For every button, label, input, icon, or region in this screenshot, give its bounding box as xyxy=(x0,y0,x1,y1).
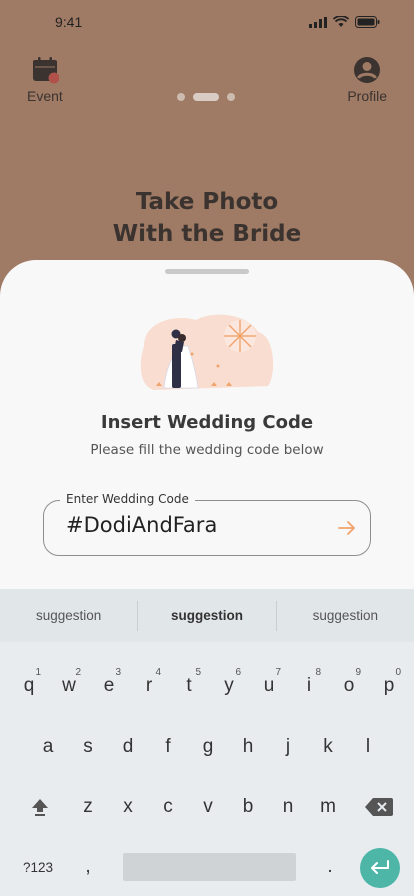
key-y[interactable]: y6 xyxy=(209,661,249,711)
shift-key[interactable] xyxy=(20,782,60,832)
key-row-1: q1 w2 e3 r4 t5 y6 u7 i8 o9 p0 xyxy=(0,661,414,711)
event-button[interactable]: Event xyxy=(27,56,63,104)
calendar-icon xyxy=(32,57,59,84)
space-bar[interactable] xyxy=(123,853,296,881)
key-s[interactable]: s xyxy=(68,722,108,772)
profile-label: Profile xyxy=(347,88,387,104)
status-icons xyxy=(309,16,380,28)
profile-icon xyxy=(354,57,381,83)
symbols-key[interactable]: ?123 xyxy=(18,842,58,892)
battery-icon xyxy=(355,16,380,28)
hero-title-line1: Take Photo xyxy=(135,189,279,215)
key-f[interactable]: f xyxy=(148,722,188,772)
hero-title: Take Photo With the Bride xyxy=(0,186,414,250)
key-e[interactable]: e3 xyxy=(89,661,129,711)
arrow-right-icon[interactable] xyxy=(336,517,358,539)
key-row-3: z x c v b n m xyxy=(0,782,414,832)
event-label: Event xyxy=(27,88,63,104)
key-t[interactable]: t5 xyxy=(169,661,209,711)
key-row-2: a s d f g h j k l xyxy=(0,722,414,772)
hero-title-line2: With the Bride xyxy=(112,221,302,247)
key-u[interactable]: u7 xyxy=(249,661,289,711)
key-j[interactable]: j xyxy=(268,722,308,772)
suggestion-left[interactable]: suggestion xyxy=(0,608,137,623)
page-indicator xyxy=(177,93,235,101)
page-dot xyxy=(177,93,185,101)
status-time: 9:41 xyxy=(55,14,83,30)
profile-button[interactable]: Profile xyxy=(347,56,387,104)
period-key[interactable]: . xyxy=(310,842,350,892)
wedding-code-input[interactable] xyxy=(66,513,326,537)
bottom-sheet: Insert Wedding Code Please fill the wedd… xyxy=(0,260,414,600)
key-o[interactable]: o9 xyxy=(329,661,369,711)
key-g[interactable]: g xyxy=(188,722,228,772)
suggestion-right[interactable]: suggestion xyxy=(277,608,414,623)
field-label: Enter Wedding Code xyxy=(60,492,195,506)
wedding-couple-illustration xyxy=(140,314,274,390)
key-a[interactable]: a xyxy=(28,722,68,772)
enter-key[interactable] xyxy=(360,848,400,888)
key-p[interactable]: p0 xyxy=(369,661,409,711)
status-bar: 9:41 xyxy=(0,14,414,34)
sheet-handle[interactable] xyxy=(165,269,249,274)
key-r[interactable]: r4 xyxy=(129,661,169,711)
page-dot-active xyxy=(193,93,219,101)
key-l[interactable]: l xyxy=(348,722,388,772)
key-h[interactable]: h xyxy=(228,722,268,772)
header-area: 9:41 Event Profile Take Photo With the B… xyxy=(0,0,414,300)
page-dot xyxy=(227,93,235,101)
shift-icon xyxy=(32,799,48,816)
key-q[interactable]: q1 xyxy=(9,661,49,711)
enter-icon xyxy=(371,860,389,874)
keyboard: suggestion suggestion suggestion q1 w2 e… xyxy=(0,589,414,896)
wifi-icon xyxy=(333,16,349,27)
key-n[interactable]: n xyxy=(268,782,308,832)
suggestion-bar: suggestion suggestion suggestion xyxy=(0,589,414,642)
sheet-title: Insert Wedding Code xyxy=(100,412,314,433)
key-w[interactable]: w2 xyxy=(49,661,89,711)
sheet-subtitle: Please fill the wedding code below xyxy=(90,442,324,458)
key-z[interactable]: z xyxy=(68,782,108,832)
key-c[interactable]: c xyxy=(148,782,188,832)
key-i[interactable]: i8 xyxy=(289,661,329,711)
wedding-code-field[interactable]: Enter Wedding Code xyxy=(43,492,371,556)
backspace-icon xyxy=(365,798,393,816)
key-row-4: ?123 , . xyxy=(0,842,414,892)
key-k[interactable]: k xyxy=(308,722,348,772)
comma-key[interactable]: , xyxy=(68,842,108,892)
key-x[interactable]: x xyxy=(108,782,148,832)
key-b[interactable]: b xyxy=(228,782,268,832)
suggestion-middle[interactable]: suggestion xyxy=(138,608,275,623)
signal-icon xyxy=(309,16,327,28)
key-v[interactable]: v xyxy=(188,782,228,832)
backspace-key[interactable] xyxy=(359,782,399,832)
key-m[interactable]: m xyxy=(308,782,348,832)
key-d[interactable]: d xyxy=(108,722,148,772)
